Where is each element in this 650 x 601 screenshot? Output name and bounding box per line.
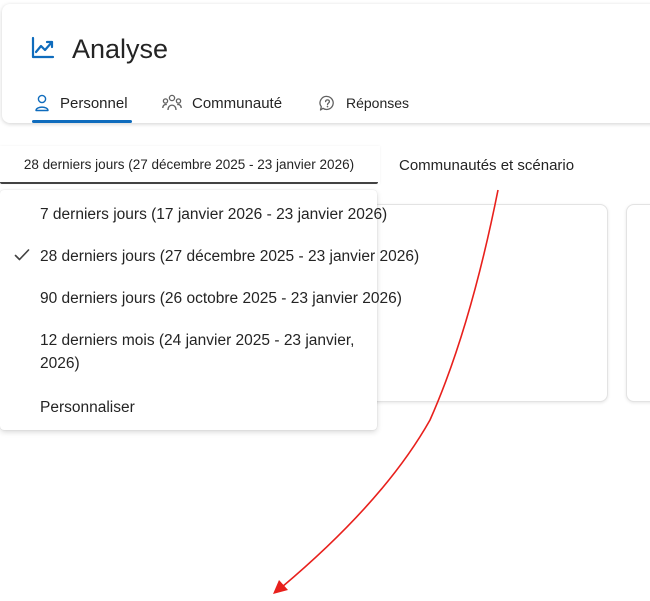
- page-title: Analyse: [72, 34, 169, 64]
- trending-up-icon: [31, 36, 55, 59]
- date-option-12-months[interactable]: 12 derniers mois (24 janvier 2025 - 23 j…: [40, 329, 370, 375]
- date-option-7-days[interactable]: 7 derniers jours (17 janvier 2026 - 23 j…: [40, 203, 387, 226]
- checkmark-icon: [14, 249, 30, 261]
- tab-label: Communauté: [192, 94, 283, 112]
- date-range-dropdown: 7 derniers jours (17 janvier 2026 - 23 j…: [0, 190, 419, 430]
- person-icon: [35, 94, 49, 112]
- date-option-custom[interactable]: Personnaliser: [40, 396, 135, 419]
- chat-question-icon: [319, 95, 334, 111]
- tab-personnel[interactable]: Personnel: [34, 86, 128, 120]
- tab-communaute[interactable]: Communauté: [162, 86, 282, 120]
- date-option-28-days[interactable]: 28 derniers jours (27 décembre 2025 - 23…: [40, 245, 419, 268]
- active-tab-indicator: [32, 120, 132, 123]
- tab-label: Réponses: [346, 95, 410, 111]
- metric-card: [626, 204, 650, 402]
- date-range-select[interactable]: 28 derniers jours (27 décembre 2025 - 23…: [0, 146, 378, 184]
- community-scenario-filter[interactable]: Communautés et scénario: [384, 146, 650, 184]
- analytics-header: Analyse Personnel Communauté Réponses: [2, 4, 650, 123]
- tab-reponses[interactable]: Réponses: [319, 86, 409, 120]
- date-option-90-days[interactable]: 90 derniers jours (26 octobre 2025 - 23 …: [40, 287, 402, 310]
- people-community-icon: [162, 94, 182, 111]
- tab-label: Personnel: [60, 94, 128, 112]
